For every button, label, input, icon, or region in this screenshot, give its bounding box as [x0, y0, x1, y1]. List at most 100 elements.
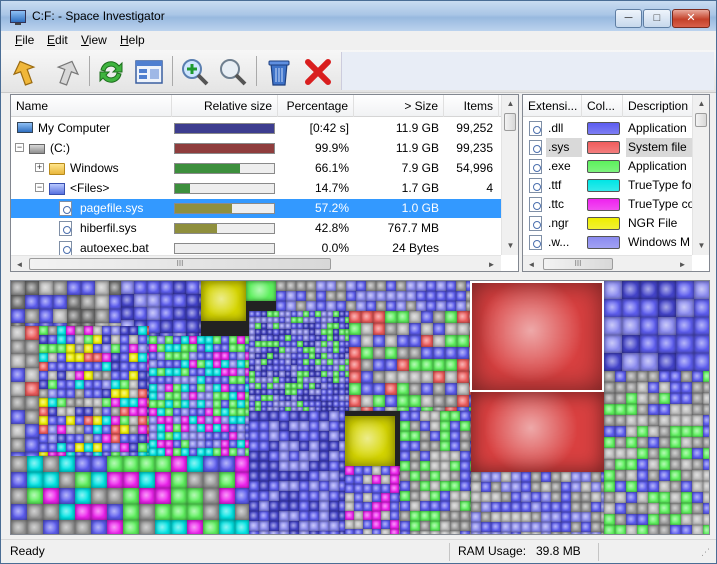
- tree-row[interactable]: − (C:) 99.9% 11.9 GB 99,235: [11, 139, 518, 158]
- scroll-down-icon[interactable]: ▼: [693, 237, 709, 254]
- tree-item-name[interactable]: My Computer: [35, 119, 166, 138]
- scroll-up-icon[interactable]: ▲: [693, 95, 709, 112]
- scroll-down-icon[interactable]: ▼: [502, 237, 518, 254]
- treemap-cell: [329, 451, 339, 461]
- menu-file[interactable]: File: [15, 33, 34, 47]
- tree-row[interactable]: − <Files> 14.7% 1.7 GB 4: [11, 179, 518, 198]
- delete-button[interactable]: [301, 55, 335, 89]
- back-button[interactable]: [9, 55, 43, 89]
- extension-row[interactable]: .exe Application: [523, 157, 709, 176]
- close-button[interactable]: ✕: [672, 9, 710, 28]
- treemap-cell: [138, 398, 147, 407]
- treemap-cell: [11, 368, 25, 382]
- column-percentage[interactable]: Percentage: [278, 95, 354, 117]
- treemap-cell: [171, 488, 187, 504]
- extension-row[interactable]: .w... Windows M: [523, 233, 709, 252]
- column-size[interactable]: > Size: [354, 95, 444, 117]
- collapse-icon[interactable]: −: [15, 143, 24, 152]
- treemap-cell: [48, 434, 57, 443]
- tree-item-name[interactable]: Windows: [67, 159, 166, 178]
- collapse-icon[interactable]: −: [35, 183, 44, 192]
- treemap-cell: [57, 371, 66, 380]
- tree-vertical-scrollbar[interactable]: ▲ ▼: [501, 95, 518, 255]
- extensions-horizontal-scrollbar[interactable]: ◄ III ►: [523, 255, 692, 271]
- extensions-vscroll-thumb[interactable]: [695, 113, 707, 127]
- extensions-hscroll-thumb[interactable]: III: [543, 258, 613, 270]
- treemap-cell: [640, 335, 658, 353]
- toolbar-empty-area: [341, 52, 714, 90]
- treemap-cell: [309, 431, 319, 441]
- tree-item-name[interactable]: (C:): [47, 139, 166, 158]
- menu-edit[interactable]: Edit: [47, 33, 68, 47]
- tree-row[interactable]: hiberfil.sys 42.8% 767.7 MB: [11, 219, 518, 238]
- tree-vscroll-thumb[interactable]: [504, 113, 516, 131]
- tree-hscroll-thumb[interactable]: III: [29, 258, 331, 270]
- menu-help[interactable]: Help: [120, 33, 145, 47]
- column-extension[interactable]: Extensi...: [523, 95, 582, 117]
- treemap-cell: [235, 504, 249, 520]
- maximize-button[interactable]: □: [643, 9, 671, 28]
- column-relative-size[interactable]: Relative size: [172, 95, 278, 117]
- extension-row[interactable]: .ttf TrueType fo: [523, 176, 709, 195]
- treemap-cell: [400, 511, 410, 521]
- extension-row[interactable]: .ngr NGR File: [523, 214, 709, 233]
- tree-row[interactable]: My Computer [0:42 s] 11.9 GB 99,252: [11, 119, 518, 138]
- minimize-button[interactable]: ─: [615, 9, 642, 28]
- relative-size-fill: [175, 224, 217, 233]
- treemap-cell: [219, 504, 235, 520]
- treemap-cell: [329, 481, 339, 491]
- treemap-cell: [345, 529, 354, 534]
- forward-button[interactable]: [49, 55, 83, 89]
- treemap-cell: [410, 521, 420, 531]
- treemap-cell: [48, 389, 57, 398]
- menu-view[interactable]: View: [81, 33, 107, 47]
- treemap-cell: [269, 521, 279, 531]
- extension-row[interactable]: .dll Application: [523, 119, 709, 138]
- treemap-view[interactable]: [10, 280, 710, 535]
- treemap-cell: [640, 299, 658, 317]
- treemap-cell: [604, 299, 622, 317]
- treemap-cell: [39, 295, 53, 309]
- treemap-cell: [670, 371, 681, 382]
- extension-row[interactable]: .ttc TrueType co: [523, 195, 709, 214]
- treemap-cell: [511, 512, 521, 522]
- zoom-out-button[interactable]: [216, 55, 250, 89]
- treemap-cell: [604, 481, 615, 492]
- view-toggle-button[interactable]: [132, 55, 166, 89]
- treemap-cell: [349, 335, 361, 347]
- treemap-cell: [147, 281, 160, 294]
- tree-item-name[interactable]: <Files>: [67, 179, 166, 198]
- column-color[interactable]: Col...: [582, 95, 623, 117]
- treemap-cell: [349, 311, 361, 323]
- tree-horizontal-scrollbar[interactable]: ◄ III ►: [11, 255, 501, 271]
- treemap-cell: [120, 443, 129, 452]
- treemap-cell: [692, 503, 703, 514]
- treemap-cell: [456, 291, 466, 301]
- treemap-cell: [345, 520, 354, 529]
- scroll-right-icon[interactable]: ►: [483, 256, 500, 271]
- column-items[interactable]: Items: [444, 95, 499, 117]
- zoom-in-button[interactable]: [178, 55, 212, 89]
- percentage-cell: 66.1%: [314, 161, 349, 175]
- scroll-right-icon[interactable]: ►: [674, 256, 691, 271]
- resize-grip-icon[interactable]: ⋰: [701, 547, 710, 558]
- tree-row[interactable]: pagefile.sys 57.2% 1.0 GB: [11, 199, 501, 218]
- treemap-cell: [354, 484, 363, 493]
- treemap-cell: [121, 294, 134, 307]
- tree-item-name[interactable]: hiberfil.sys: [77, 219, 166, 238]
- recycle-bin-button[interactable]: [262, 55, 296, 89]
- tree-row[interactable]: + Windows 66.1% 7.9 GB 54,996: [11, 159, 518, 178]
- expand-icon[interactable]: +: [35, 163, 44, 172]
- scroll-left-icon[interactable]: ◄: [11, 256, 28, 271]
- treemap-cell: [622, 335, 640, 353]
- refresh-button[interactable]: [94, 55, 128, 89]
- treemap-cell: [670, 470, 681, 481]
- column-name[interactable]: Name: [11, 95, 172, 117]
- treemap-cell: [471, 532, 481, 534]
- extension-row[interactable]: .sys System file: [523, 138, 709, 157]
- scroll-left-icon[interactable]: ◄: [523, 256, 540, 271]
- treemap-cell: [279, 471, 289, 481]
- scroll-up-icon[interactable]: ▲: [502, 95, 518, 112]
- extensions-vertical-scrollbar[interactable]: ▲ ▼: [692, 95, 709, 255]
- column-description[interactable]: Description: [623, 95, 693, 117]
